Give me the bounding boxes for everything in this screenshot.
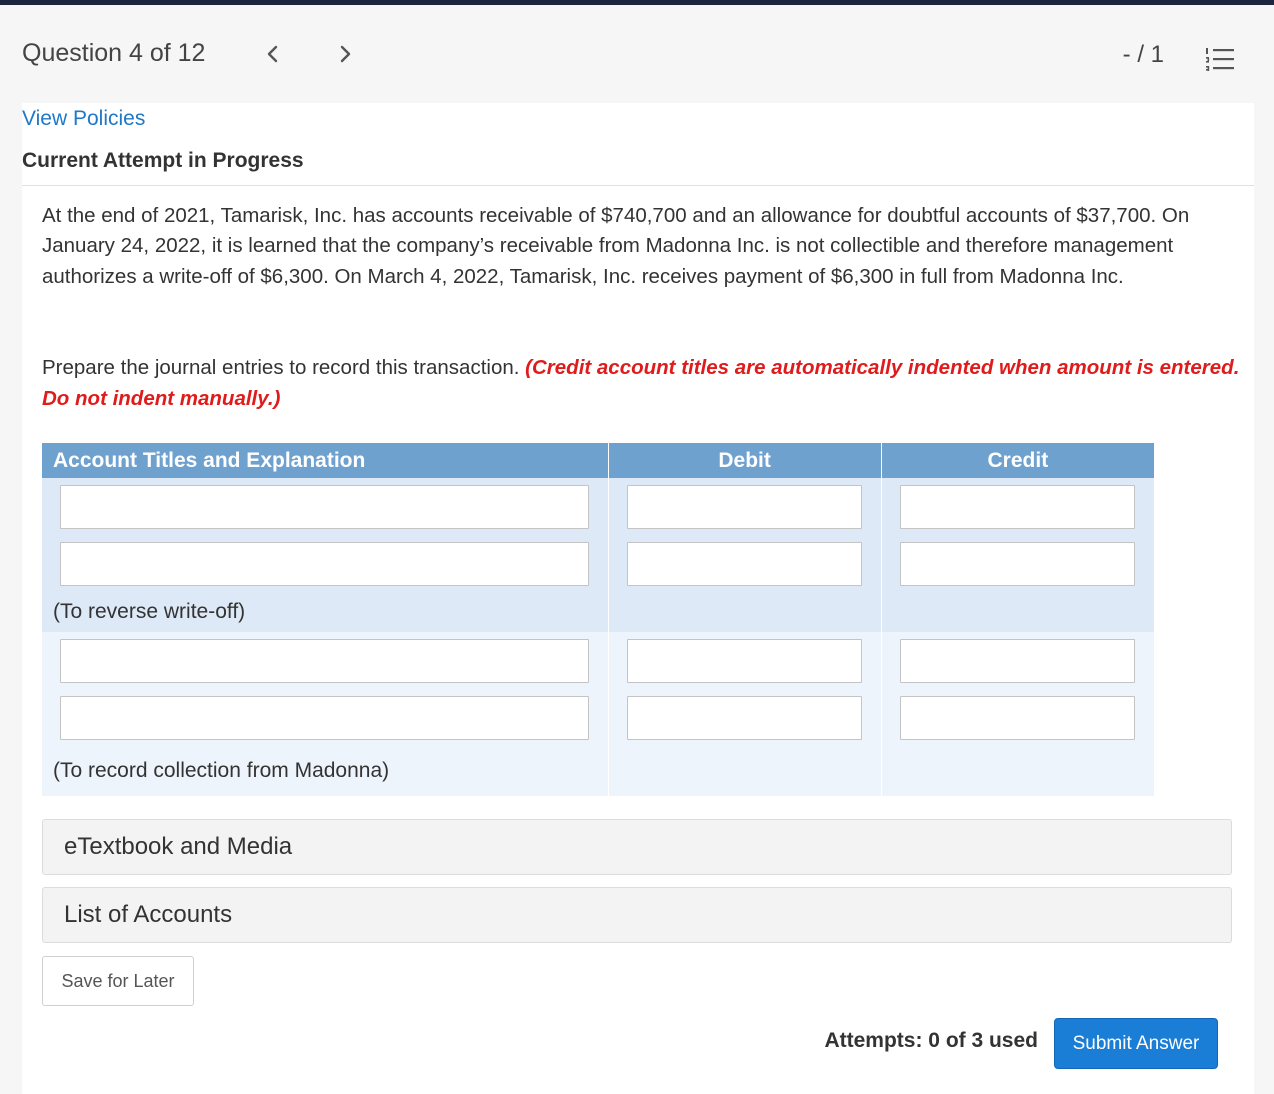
account-cell (42, 632, 609, 690)
credit-amount-input[interactable] (899, 542, 1135, 586)
credit-amount-input[interactable] (899, 696, 1135, 740)
credit-cell (881, 690, 1154, 746)
journal-entry-table: Account Titles and Explanation Debit Cre… (42, 443, 1154, 796)
empty-cell (881, 746, 1154, 796)
submit-answer-button[interactable]: Submit Answer (1054, 1018, 1218, 1069)
debit-cell (608, 632, 882, 690)
table-row (42, 632, 1154, 690)
credit-cell (881, 478, 1154, 536)
entry-explanation-row: (To record collection from Madonna) (42, 746, 1154, 796)
etextbook-media-label: eTextbook and Media (64, 833, 293, 860)
table-row (42, 536, 1154, 592)
entry-explanation-reverse-writeoff: (To reverse write-off) (53, 600, 246, 623)
credit-amount-input[interactable] (899, 485, 1135, 529)
account-cell (42, 536, 609, 592)
account-title-input[interactable] (60, 542, 589, 586)
chevron-right-icon[interactable] (334, 41, 356, 67)
question-counter: Question 4 of 12 (22, 39, 206, 67)
credit-cell (881, 632, 1154, 690)
column-header-credit: Credit (881, 443, 1154, 478)
debit-amount-input[interactable] (626, 542, 862, 586)
credit-cell (881, 536, 1154, 592)
list-of-accounts-label: List of Accounts (64, 901, 233, 928)
debit-amount-input[interactable] (626, 696, 862, 740)
column-header-debit: Debit (608, 443, 882, 478)
account-title-input[interactable] (60, 696, 589, 740)
list-of-accounts-accordion[interactable]: List of Accounts (42, 887, 1232, 943)
account-cell (42, 478, 609, 536)
empty-cell (881, 592, 1154, 632)
entry-explanation-cell: (To record collection from Madonna) (42, 746, 609, 796)
entry-explanation-cell: (To reverse write-off) (42, 592, 609, 632)
etextbook-media-accordion[interactable]: eTextbook and Media (42, 819, 1232, 875)
chevron-left-icon[interactable] (262, 41, 284, 67)
empty-cell (608, 592, 882, 632)
attempt-status-heading: Current Attempt in Progress (22, 149, 304, 172)
problem-statement: At the end of 2021, Tamarisk, Inc. has a… (42, 204, 1190, 288)
debit-cell (608, 536, 882, 592)
debit-amount-input[interactable] (626, 639, 862, 683)
table-row (42, 478, 1154, 536)
instruction-text: Prepare the journal entries to record th… (42, 352, 1242, 414)
credit-amount-input[interactable] (899, 639, 1135, 683)
divider (22, 185, 1254, 186)
debit-cell (608, 478, 882, 536)
view-policies-link[interactable]: View Policies (22, 107, 145, 131)
question-header: Question 4 of 12 - / 1 (0, 5, 1274, 103)
account-cell (42, 690, 609, 746)
empty-cell (608, 746, 882, 796)
save-for-later-button[interactable]: Save for Later (42, 956, 194, 1006)
debit-cell (608, 690, 882, 746)
column-header-account: Account Titles and Explanation (42, 443, 609, 478)
account-title-input[interactable] (60, 639, 589, 683)
question-content: View Policies Current Attempt in Progres… (22, 103, 1254, 1094)
entry-explanation-row: (To reverse write-off) (42, 592, 1154, 632)
question-score: - / 1 (1122, 41, 1164, 68)
numbered-list-icon[interactable] (1204, 45, 1236, 75)
debit-amount-input[interactable] (626, 485, 862, 529)
attempts-counter: Attempts: 0 of 3 used (824, 1029, 1038, 1052)
table-row (42, 690, 1154, 746)
entry-explanation-collection: (To record collection from Madonna) (53, 759, 390, 782)
instruction-main: Prepare the journal entries to record th… (42, 356, 520, 379)
table-header-row: Account Titles and Explanation Debit Cre… (42, 443, 1154, 478)
account-title-input[interactable] (60, 485, 589, 529)
